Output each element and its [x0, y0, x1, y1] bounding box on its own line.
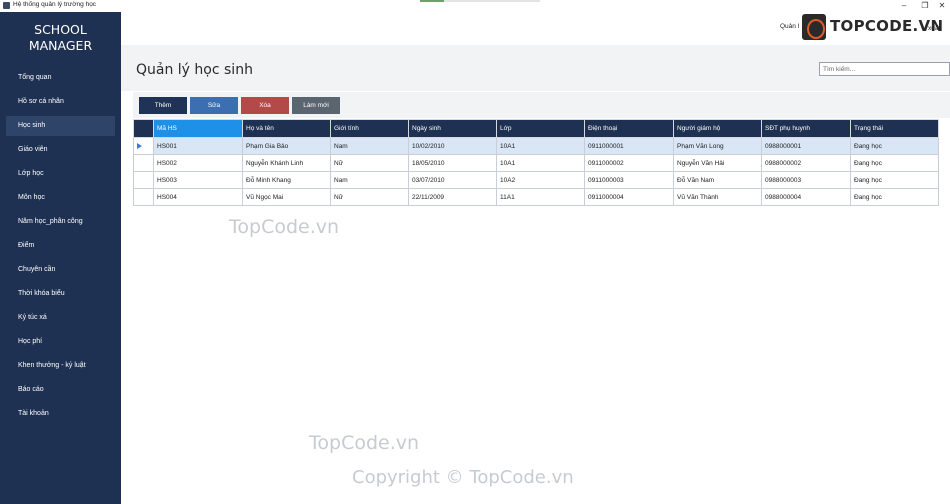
topcode-logo-text: TOPCODE.VN	[830, 17, 944, 35]
students-table: Mã HS Họ và tên Giới tính Ngày sinh Lớp Điện …	[133, 119, 939, 206]
sidebar-item[interactable]: Chuyên cần	[6, 260, 115, 280]
refresh-button[interactable]: Làm mới	[292, 97, 340, 114]
table-cell[interactable]: Nguyễn Khánh Linh	[242, 154, 331, 172]
table-cell[interactable]: 10A1	[496, 137, 585, 155]
table-cell[interactable]: Đang học	[850, 171, 939, 189]
table-cell[interactable]: 0911000004	[584, 188, 674, 206]
table-cell[interactable]: 0988000003	[761, 171, 851, 189]
watermark-text: TopCode.vn	[229, 216, 340, 238]
row-header[interactable]	[133, 137, 154, 155]
topcode-logo: TOPCODE.VN	[802, 12, 943, 42]
loading-progress	[420, 0, 540, 2]
row-header[interactable]	[133, 171, 154, 189]
table-cell[interactable]: 0911000001	[584, 137, 674, 155]
add-button[interactable]: Thêm	[139, 97, 187, 114]
table-cell[interactable]: Nam	[330, 171, 409, 189]
table-cell[interactable]: HS002	[153, 154, 243, 172]
logout-link[interactable]: xuất	[928, 25, 940, 32]
sidebar-item[interactable]: Khen thưởng - kỷ luật	[6, 356, 115, 376]
table-cell[interactable]: 18/05/2010	[408, 154, 497, 172]
brand: SCHOOL MANAGER	[0, 22, 121, 54]
sidebar-item[interactable]: Giáo viên	[6, 140, 115, 160]
table-cell[interactable]: Vũ Ngọc Mai	[242, 188, 331, 206]
table-cell[interactable]: 0911000002	[584, 154, 674, 172]
table-cell[interactable]: 03/07/2010	[408, 171, 497, 189]
sidebar-item[interactable]: Môn học	[6, 188, 115, 208]
table-cell[interactable]: Đỗ Văn Nam	[673, 171, 762, 189]
column-header[interactable]: Giới tính	[330, 119, 409, 138]
table-cell[interactable]: Nam	[330, 137, 409, 155]
table-cell[interactable]: Đang học	[850, 188, 939, 206]
table-cell[interactable]: 11A1	[496, 188, 585, 206]
table-cell[interactable]: HS001	[153, 137, 243, 155]
column-header[interactable]: Lớp	[496, 119, 585, 138]
table-cell[interactable]: 22/11/2009	[408, 188, 497, 206]
sidebar-item[interactable]: Ký túc xá	[6, 308, 115, 328]
table-cell[interactable]: Nguyễn Văn Hải	[673, 154, 762, 172]
table-cell[interactable]: Đang học	[850, 154, 939, 172]
sidebar-item[interactable]: Học sinh	[6, 116, 115, 136]
column-header[interactable]: Điện thoại	[584, 119, 674, 138]
sidebar-item[interactable]: Năm học_phân công	[6, 212, 115, 232]
close-icon[interactable]: ✕	[933, 0, 950, 12]
app-icon	[3, 2, 10, 9]
table-header-row: Mã HS Họ và tên Giới tính Ngày sinh Lớp Điện …	[133, 119, 939, 138]
table-cell[interactable]: 10/02/2010	[408, 137, 497, 155]
brand-line-2: MANAGER	[28, 38, 93, 53]
column-header[interactable]: Trạng thái	[850, 119, 939, 138]
sidebar-item[interactable]: Lớp học	[6, 164, 115, 184]
copyright-watermark: Copyright © TopCode.vn	[352, 467, 574, 488]
table-cell[interactable]: Đỗ Minh Khang	[242, 171, 331, 189]
watermark-text: TopCode.vn	[309, 432, 420, 454]
sidebar-item[interactable]: Tài khoản	[6, 404, 115, 424]
column-header[interactable]: Ngày sinh	[408, 119, 497, 138]
row-header[interactable]	[133, 154, 154, 172]
table-row[interactable]: HS002 Nguyễn Khánh Linh Nữ 18/05/2010 10A1 09…	[133, 154, 939, 172]
column-header[interactable]: Mã HS	[153, 119, 243, 138]
sidebar-item[interactable]: Thời khóa biểu	[6, 284, 115, 304]
table-cell[interactable]: Nữ	[330, 154, 409, 172]
table-cell[interactable]: Phạm Văn Long	[673, 137, 762, 155]
title-bar: Hệ thống quản lý trường học – ❐ ✕	[0, 0, 950, 12]
window-title: Hệ thống quản lý trường học	[13, 1, 97, 8]
sidebar-item[interactable]: Điểm	[6, 236, 115, 256]
table-cell[interactable]: Đang học	[850, 137, 939, 155]
minimize-icon[interactable]: –	[895, 0, 913, 12]
column-header[interactable]: Họ và tên	[242, 119, 331, 138]
table-cell[interactable]: Phạm Gia Bảo	[242, 137, 331, 155]
table-cell[interactable]: HS004	[153, 188, 243, 206]
sidebar-item[interactable]: Tổng quan	[6, 68, 115, 88]
sidebar-item[interactable]: Báo cáo	[6, 380, 115, 400]
table-cell[interactable]: 10A2	[496, 171, 585, 189]
table-cell[interactable]: 0911000003	[584, 171, 674, 189]
column-header[interactable]: SĐT phụ huynh	[761, 119, 851, 138]
table-cell[interactable]: 0988000002	[761, 154, 851, 172]
row-header-corner	[133, 119, 154, 138]
current-row-arrow-icon	[137, 143, 142, 149]
sidebar-item[interactable]: Học phí	[6, 332, 115, 352]
column-header[interactable]: Người giám hộ	[673, 119, 762, 138]
table-cell[interactable]: 0988000004	[761, 188, 851, 206]
table-row[interactable]: HS003 Đỗ Minh Khang Nam 03/07/2010 10A2 09110…	[133, 171, 939, 189]
edit-button[interactable]: Sửa	[190, 97, 238, 114]
maximize-icon[interactable]: ❐	[916, 0, 934, 12]
delete-button[interactable]: Xóa	[241, 97, 289, 114]
table-row[interactable]: HS001 Phạm Gia Bảo Nam 10/02/2010 10A1 091100…	[133, 137, 939, 155]
page-title: Quản lý học sinh	[136, 62, 253, 78]
brand-line-1: SCHOOL	[34, 22, 87, 37]
table-cell[interactable]: Nữ	[330, 188, 409, 206]
table-body: HS001 Phạm Gia Bảo Nam 10/02/2010 10A1 091100…	[133, 137, 939, 206]
search-input[interactable]	[819, 62, 950, 76]
table-cell[interactable]: 0988000001	[761, 137, 851, 155]
sidebar-item[interactable]: Hồ sơ cá nhân	[6, 92, 115, 112]
user-label: Quản l	[780, 23, 800, 30]
app-window: Hệ thống quản lý trường học – ❐ ✕ SCHOOL…	[0, 0, 950, 504]
row-header[interactable]	[133, 188, 154, 206]
topcode-logo-icon	[802, 14, 826, 40]
table-cell[interactable]: 10A1	[496, 154, 585, 172]
table-row[interactable]: HS004 Vũ Ngọc Mai Nữ 22/11/2009 11A1 09110000…	[133, 188, 939, 206]
table-cell[interactable]: HS003	[153, 171, 243, 189]
table-cell[interactable]: Vũ Văn Thành	[673, 188, 762, 206]
